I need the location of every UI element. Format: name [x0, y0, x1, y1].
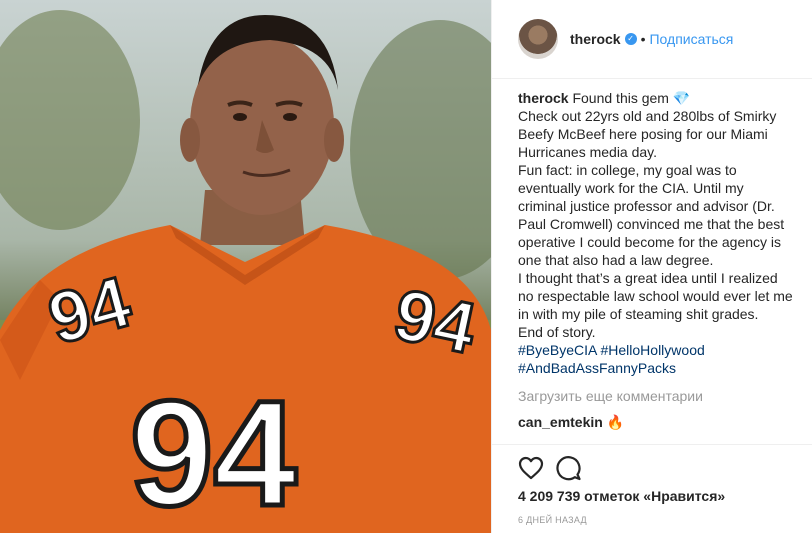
hashtag-link[interactable]: #AndBadAssFannyPacks — [518, 359, 802, 377]
header-username[interactable]: therock — [570, 31, 621, 47]
comment-username[interactable]: can_emtekin — [518, 414, 603, 430]
caption-line: Hurricanes media day. — [518, 144, 658, 160]
jersey-number: 94 — [130, 369, 297, 533]
caption-line: one that also had a law degree. — [518, 252, 714, 268]
hashtag-link[interactable]: #ByeByeCIA #HelloHollywood — [518, 341, 802, 359]
caption-first-line: therock Found this gem 💎 — [518, 89, 802, 107]
verified-badge-icon: ✓ — [624, 33, 637, 45]
fire-icon: 🔥 — [606, 414, 625, 430]
follow-button[interactable]: Подписаться — [649, 31, 733, 47]
heart-icon[interactable] — [518, 455, 544, 481]
caption-line: Paul Cromwell) convinced me that the bes… — [518, 216, 785, 232]
caption-line: Beefy McBeef here posing for our Miami — [518, 126, 768, 142]
caption-line: Fun fact: in college, my goal was to — [518, 162, 737, 178]
caption-line: criminal justice professor and advisor (… — [518, 198, 775, 214]
caption-line: no respectable law school would ever let… — [518, 288, 793, 304]
comments-list[interactable]: therock Found this gem 💎 Check out 22yrs… — [518, 89, 802, 444]
load-more-comments-button[interactable]: Загрузить еще комментарии — [518, 387, 802, 405]
caption-line: in with my pile of steaming shit grades. — [518, 306, 759, 322]
post-side-panel: therock ✓ • Подписаться therock Found th… — [491, 0, 812, 533]
header-separator: • — [640, 31, 646, 47]
gem-icon: 💎 — [672, 90, 691, 106]
post-actions: 4 209 739 отметок «Нравится» 6 ДНЕЙ НАЗА… — [492, 444, 812, 533]
caption-line: End of story. — [518, 324, 596, 340]
caption-line: operative I could become for the agency … — [518, 234, 782, 250]
caption-username[interactable]: therock — [518, 90, 569, 106]
caption-line: I thought that’s a great idea until I re… — [518, 270, 778, 286]
post-header: therock ✓ • Подписаться — [492, 0, 812, 79]
post-photo[interactable]: 94 94 94 — [0, 0, 491, 533]
comment-item-cut-off: ▂▂▂▂▂▂▂▂▂▂▂▂▂▂ — [518, 437, 802, 443]
instagram-post: 94 94 94 therock ✓ • Подписаться therock… — [0, 0, 812, 533]
photo-illustration: 94 94 94 — [0, 10, 491, 533]
comment-item: can_emtekin 🔥 — [518, 413, 802, 431]
avatar[interactable] — [518, 19, 558, 59]
caption-line: Found this gem — [572, 90, 669, 106]
caption-line: eventually work for the CIA. Until my — [518, 180, 744, 196]
sleeve-number-right: 94 — [387, 275, 482, 370]
caption-line: Check out 22yrs old and 280lbs of Smirky — [518, 108, 777, 124]
comment-icon[interactable] — [556, 455, 582, 481]
post-timestamp[interactable]: 6 ДНЕЙ НАЗАД — [518, 515, 587, 525]
likes-count[interactable]: 4 209 739 отметок «Нравится» — [518, 488, 725, 504]
